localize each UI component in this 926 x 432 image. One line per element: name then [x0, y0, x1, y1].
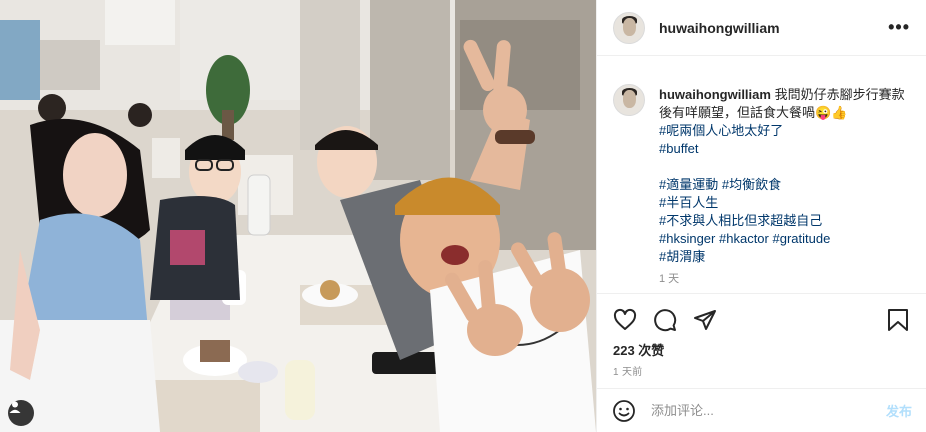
paper-plane-icon: [694, 309, 716, 330]
hashtag[interactable]: #均衡飲食: [722, 177, 781, 192]
hashtag[interactable]: #hksinger: [659, 231, 715, 246]
post-comment-button[interactable]: 发布: [886, 401, 912, 420]
hashtag[interactable]: #呢兩個人心地太好了: [659, 122, 905, 140]
hashtag[interactable]: #buffet: [659, 140, 905, 158]
post-side-panel: huwaihongwilliam ••• huwaihongwilliam 我問…: [596, 0, 926, 432]
hashtag[interactable]: #胡渭康: [659, 248, 905, 266]
caption-area: huwaihongwilliam 我問奶仔赤腳步行賽款後有咩願望，但話食大餐喎😜…: [597, 72, 926, 290]
more-options-button[interactable]: •••: [888, 17, 910, 38]
save-button[interactable]: [884, 306, 912, 334]
author-avatar[interactable]: [613, 11, 645, 44]
comment-bar: 发布: [597, 388, 926, 432]
comment-bubble-icon: [654, 308, 677, 331]
hashtag[interactable]: #適量運動: [659, 177, 718, 192]
hashtag[interactable]: #gratitude: [773, 231, 831, 246]
comment-button[interactable]: [651, 306, 679, 334]
share-button[interactable]: [691, 306, 719, 334]
tagged-users-button[interactable]: [8, 400, 34, 426]
action-bar: [597, 293, 926, 345]
comment-input[interactable]: [649, 402, 886, 419]
caption-avatar[interactable]: [613, 84, 645, 116]
emoji-button[interactable]: [611, 398, 637, 424]
smiley-icon: [613, 399, 635, 422]
hashtag[interactable]: #半百人生: [659, 194, 905, 212]
post-date[interactable]: 1 天前: [613, 363, 643, 378]
hashtag-line: #hksinger #hkactor #gratitude: [659, 230, 905, 248]
person-icon: [9, 401, 21, 413]
bookmark-icon: [888, 308, 908, 331]
photo-illustration: [0, 0, 596, 432]
hashtag-line: #適量運動 #均衡飲食: [659, 176, 905, 194]
caption-text: huwaihongwilliam 我問奶仔赤腳步行賽款後有咩願望，但話食大餐喎😜…: [659, 72, 905, 288]
post-header: huwaihongwilliam •••: [597, 0, 926, 56]
hashtag[interactable]: #hkactor: [719, 231, 769, 246]
caption-timestamp: 1 天: [659, 273, 680, 285]
post-photo[interactable]: [0, 0, 596, 432]
author-username[interactable]: huwaihongwilliam: [659, 20, 780, 36]
heart-icon: [613, 308, 637, 330]
hashtag[interactable]: #不求與人相比但求超越自己: [659, 212, 905, 230]
caption-username[interactable]: huwaihongwilliam: [659, 87, 771, 102]
like-button[interactable]: [611, 306, 639, 334]
like-count[interactable]: 223 次赞: [613, 340, 664, 359]
